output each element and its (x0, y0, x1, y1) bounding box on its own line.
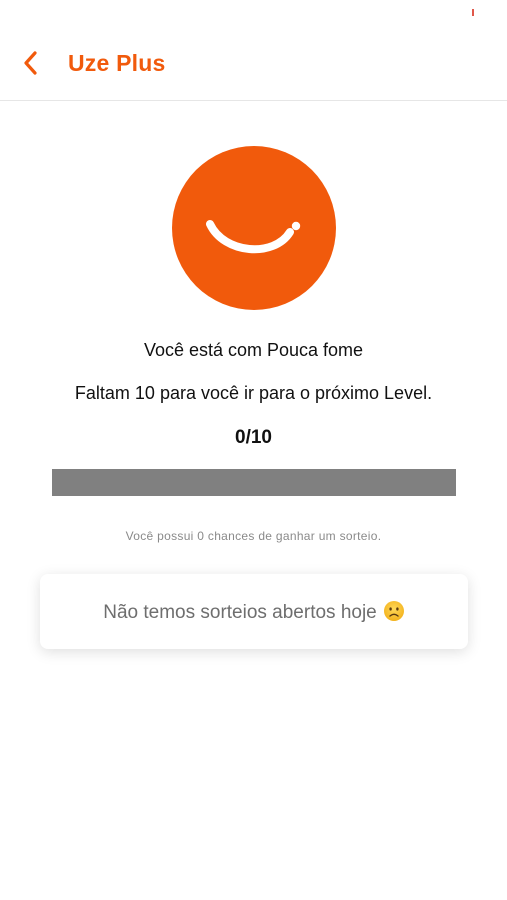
next-level-text: Faltam 10 para você ir para o próximo Le… (74, 383, 433, 403)
sad-face-emoji-icon (383, 600, 405, 622)
app-header: Uze Plus (0, 0, 507, 101)
chevron-left-icon (22, 50, 40, 81)
back-button[interactable] (14, 48, 48, 82)
raffle-message: Não temos sorteios abertos hoje (103, 600, 405, 624)
progress-count: 0/10 (235, 427, 272, 448)
raffle-message-label: Não temos sorteios abertos hoje (103, 601, 377, 623)
raffle-chances-text: Você possui 0 chances de ganhar um sorte… (125, 529, 382, 543)
raffle-card: Não temos sorteios abertos hoje (40, 574, 468, 649)
level-progress-bar (52, 469, 456, 496)
smile-face-icon (172, 146, 336, 310)
hunger-status-text: Você está com Pouca fome (143, 340, 364, 360)
page-title: Uze Plus (68, 50, 166, 76)
